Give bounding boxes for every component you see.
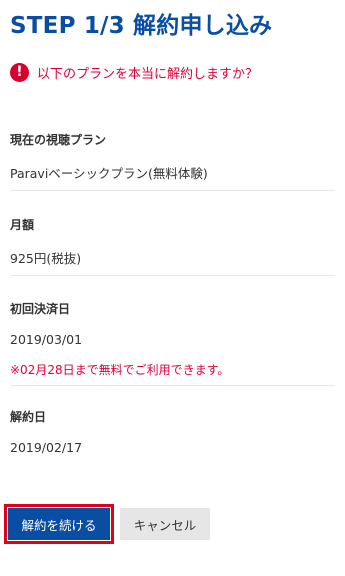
- continue-cancellation-button[interactable]: 解約を続ける: [4, 504, 114, 544]
- divider: [10, 385, 335, 386]
- monthly-fee-label: 月額: [10, 218, 35, 232]
- divider: [10, 190, 335, 191]
- page-title: STEP 1/3 解約申し込み: [10, 13, 273, 39]
- first-payment-section: 初回決済日 2019/03/01 ※02月28日まで無料でご利用できます。: [10, 300, 335, 378]
- divider: [10, 275, 335, 276]
- monthly-fee-section: 月額 925円(税抜): [10, 216, 335, 267]
- plan-label: 現在の視聴プラン: [10, 133, 107, 147]
- first-payment-value: 2019/03/01: [10, 332, 83, 347]
- cancel-date-value: 2019/02/17: [10, 440, 83, 455]
- cancel-date-section: 解約日 2019/02/17: [10, 408, 335, 455]
- warning-message: ! 以下のプランを本当に解約しますか？: [10, 63, 258, 82]
- cancel-button[interactable]: キャンセル: [120, 508, 210, 540]
- plan-value: Paraviベーシックプラン(無料体験): [10, 166, 208, 181]
- free-trial-note: ※02月28日まで無料でご利用できます。: [10, 363, 230, 377]
- cancellation-page: STEP 1/3 解約申し込み ! 以下のプランを本当に解約しますか？ 現在の視…: [0, 0, 345, 576]
- plan-section: 現在の視聴プラン Paraviベーシックプラン(無料体験): [10, 131, 335, 182]
- cancel-date-label: 解約日: [10, 410, 47, 424]
- exclamation-icon: !: [10, 63, 29, 82]
- monthly-fee-value: 925円(税抜): [10, 251, 82, 266]
- first-payment-label: 初回決済日: [10, 302, 71, 316]
- warning-text: 以下のプランを本当に解約しますか？: [37, 67, 259, 82]
